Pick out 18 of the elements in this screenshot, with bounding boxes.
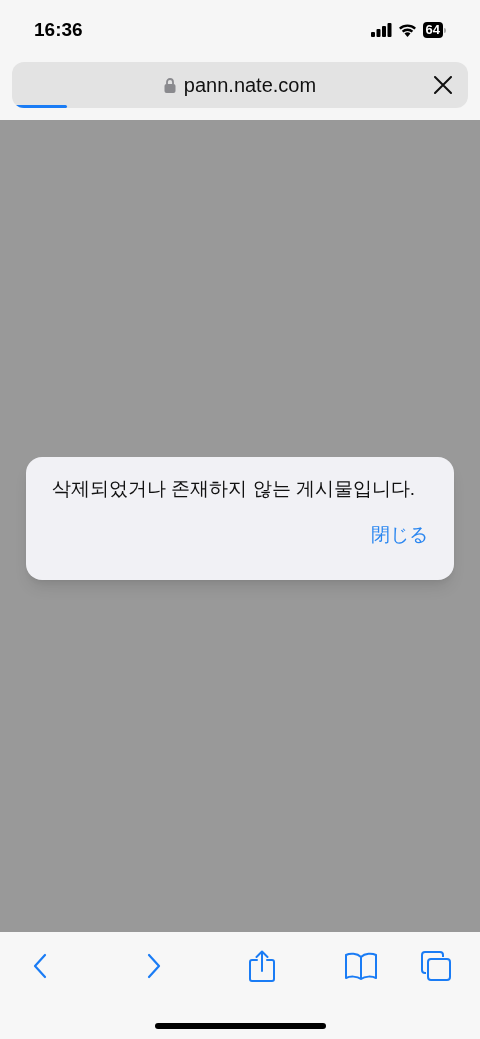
close-button[interactable]: [432, 74, 454, 96]
share-icon: [249, 950, 275, 982]
alert-message: 삭제되었거나 존재하지 않는 게시물입니다.: [52, 476, 417, 501]
book-icon: [345, 952, 377, 980]
back-icon: [33, 953, 47, 979]
forward-icon: [147, 953, 161, 979]
lock-icon: [163, 77, 176, 93]
tabs-icon: [421, 951, 451, 981]
share-button[interactable]: [248, 950, 276, 982]
close-icon: [434, 76, 452, 94]
battery-level: 64: [422, 22, 443, 38]
signal-icon: [370, 23, 392, 37]
url-text: pann.nate.com: [183, 73, 317, 98]
address-bar[interactable]: pann.nate.com: [12, 62, 468, 108]
tabs-button[interactable]: [420, 951, 452, 981]
bookmarks-button[interactable]: [344, 951, 378, 981]
wifi-icon: [397, 23, 417, 37]
status-time: 16:36: [34, 17, 83, 42]
